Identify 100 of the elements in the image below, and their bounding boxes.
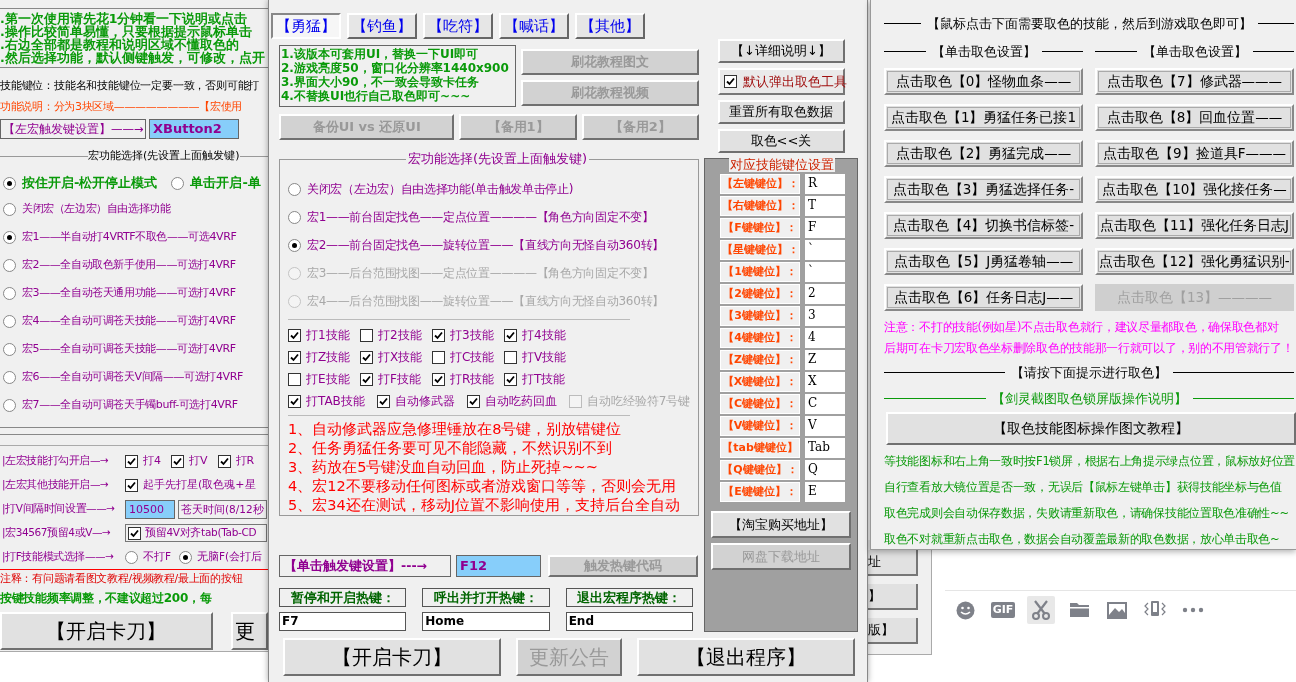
guide-title: 【剑灵截图取色锁屏版操作说明】: [991, 389, 1187, 408]
pick-color-button[interactable]: 点击取色【8】回血位置——: [1095, 104, 1294, 131]
group-title: 宏功能选择(先设置上面触发键): [88, 148, 240, 164]
key-label: 【V键键位】：: [720, 416, 800, 436]
frequency-text: 按键技能频率调整，不建议超过200，每: [0, 590, 213, 607]
key-field[interactable]: Tab: [805, 438, 845, 458]
link-button[interactable]: 【淘宝购买地址】: [711, 511, 851, 538]
tutorial-button[interactable]: 【取色技能图标操作图文教程】: [886, 412, 1296, 445]
checkbox-label: 打C技能: [450, 349, 495, 366]
key-label: 【左键键位】：: [720, 174, 800, 194]
pick-color-button[interactable]: 点击取色【6】任务日志J——: [884, 284, 1083, 311]
pick-color-button[interactable]: 点击取色【4】切换书信标签-: [884, 212, 1083, 239]
option-label: |打V间隔时间设置——→: [1, 501, 116, 517]
checkbox-label: 起手先打星(取色魂+星: [143, 476, 256, 493]
interval-field[interactable]: 10500: [125, 499, 175, 519]
tab[interactable]: 【吃符】: [423, 13, 493, 39]
pick-color-button[interactable]: 点击取色【2】勇猛完成——: [884, 140, 1083, 167]
checkbox-label: 打1技能: [306, 327, 350, 344]
key-field[interactable]: 2: [805, 284, 845, 304]
tab[interactable]: 【其他】: [575, 13, 645, 39]
checkbox-label: 打4: [143, 452, 161, 469]
key-label: 【X键键位】：: [720, 372, 800, 392]
partial-button[interactable]: 址: [868, 550, 918, 576]
key-field[interactable]: `: [805, 262, 845, 282]
pick-color-button[interactable]: 点击取色【3】勇猛选择任务-: [884, 176, 1083, 203]
key-label: 【E键键位】：: [720, 482, 800, 502]
key-label: 【Z键键位】：: [720, 350, 800, 370]
pick-color-button[interactable]: 点击取色【5】J勇猛卷轴——: [884, 248, 1083, 275]
radio-label: 宏6——全自动可调苍天V间隔——可选打4VRF: [22, 368, 243, 385]
pick-color-button[interactable]: 点击取色【7】修武器———: [1095, 68, 1294, 95]
key-label: 【2键键位】：: [720, 284, 800, 304]
comment-text: 注释：有问题请看图文教程/视频教程/最上面的按钮: [0, 571, 244, 587]
main-action-button[interactable]: 【开启卡刀】: [283, 638, 501, 676]
hotkey-label: 退出宏程序热键：: [565, 588, 693, 607]
instruction-line: .右边全部都是教程和说明区域不懂取色的: [0, 38, 239, 51]
key-field[interactable]: Q: [805, 460, 845, 480]
key-label: 【1键键位】：: [720, 262, 800, 282]
tab[interactable]: 【钓鱼】: [347, 13, 417, 39]
prompt-text: 【请按下面提示进行取色】: [1011, 364, 1167, 382]
key-field[interactable]: C: [805, 394, 845, 414]
pick-color-button[interactable]: 点击取色【0】怪物血条——: [884, 68, 1083, 95]
option-label: |打F技能模式选择——→: [1, 549, 115, 565]
checkbox-label: 打R: [235, 452, 255, 469]
trigger-label: 【左宏触发键设置】——→: [0, 119, 146, 139]
key-field[interactable]: E: [805, 482, 845, 502]
pick-color-button[interactable]: 点击取色【9】捡道具F———: [1095, 140, 1294, 167]
key-label: 【tab键键位】: [720, 438, 800, 458]
key-field[interactable]: R: [805, 174, 845, 194]
step-line: 取色完成则会自动保存数据，失败请重新取色，请确保技能位置取色准确性~~: [884, 505, 1290, 522]
radio-label: 不打F: [143, 549, 172, 565]
hotkey-field[interactable]: F7: [279, 612, 407, 631]
key-field[interactable]: 3: [805, 306, 845, 326]
toolbar-button[interactable]: GIF: [989, 596, 1017, 624]
partial-button[interactable]: 版】: [868, 618, 918, 644]
side-button[interactable]: 重置所有取色数据: [717, 100, 845, 124]
checkbox-label: 打4技能: [522, 327, 566, 344]
key-field[interactable]: T: [805, 196, 845, 216]
key-field[interactable]: V: [805, 416, 845, 436]
pick-color-button[interactable]: 点击取色【11】强化任务日志J: [1095, 212, 1294, 239]
partial-button[interactable]: 】: [868, 584, 918, 610]
group-title: 宏功能选择(先设置上面触发键): [406, 151, 590, 167]
radio-label: 单击开启-单: [190, 174, 261, 193]
hotkey-field[interactable]: Home: [422, 612, 550, 631]
checkbox-label: 自动修武器: [394, 393, 455, 410]
checkbox-label: 打X技能: [378, 349, 423, 366]
key-field[interactable]: Z: [805, 350, 845, 370]
side-button[interactable]: 【↓详细说明↓】: [717, 39, 845, 63]
key-label: 【C键键位】：: [720, 394, 800, 414]
note-line: 5、宏34还在测试，移动J位置不影响使用，支持后台全自动: [288, 496, 681, 515]
pick-color-button[interactable]: 点击取色【10】强化接任务—: [1095, 176, 1294, 203]
radio-label: 无脑F(会打后: [197, 549, 263, 565]
trigger-key-field[interactable]: XButton2: [149, 119, 239, 139]
trigger-label: 【单击触发键设置】---→: [279, 555, 451, 577]
main-action-button[interactable]: 【退出程序】: [637, 638, 855, 676]
pick-color-button[interactable]: 点击取色【12】强化勇猛识别-: [1095, 248, 1294, 275]
instruction-line: .操作比较简单易懂，只要根据提示鼠标单击: [0, 25, 253, 38]
tab[interactable]: 【喊话】: [499, 13, 569, 39]
tab[interactable]: 【勇猛】: [271, 13, 341, 39]
key-field[interactable]: F: [805, 218, 845, 238]
checkbox-label: 自动吃药回血: [484, 393, 557, 410]
key-field[interactable]: X: [805, 372, 845, 392]
trigger-key-field[interactable]: F12: [456, 555, 541, 577]
pick-color-button[interactable]: 点击取色【1】勇猛任务已接1: [884, 104, 1083, 131]
step-line: 等技能图标和右上角一致时按F1锁屏，根据右上角提示绿点位置，鼠标放好位置: [884, 453, 1294, 470]
hotkey-field[interactable]: End: [565, 612, 693, 631]
start-button[interactable]: 【开启卡刀】: [0, 612, 213, 650]
step-line: 取色不对就重新点击取色，数据会自动覆盖最新的取色数据，放心单击取色~: [884, 531, 1281, 548]
key-field[interactable]: `: [805, 240, 845, 260]
key-label: 【星键键位】：: [720, 240, 800, 260]
key-label: 【F键键位】：: [720, 218, 800, 238]
key-field[interactable]: 4: [805, 328, 845, 348]
warning-line: 后期可在卡刀宏取色坐标删除取色的技能那一行就可以了，别的不用管就行了！: [884, 340, 1294, 357]
start-button[interactable]: 更: [230, 612, 268, 650]
radio-label: 按住开启-松开停止模式: [22, 174, 158, 193]
checkbox-label: 打T技能: [522, 371, 566, 388]
side-button[interactable]: 取色<<关: [717, 129, 845, 153]
checkbox-label: 打TAB技能: [306, 393, 365, 410]
key-label: 【3键键位】：: [720, 306, 800, 326]
checkbox-label: 打R技能: [450, 371, 495, 388]
section-label: 功能说明：分为3块区域————————【宏使用: [0, 99, 244, 115]
